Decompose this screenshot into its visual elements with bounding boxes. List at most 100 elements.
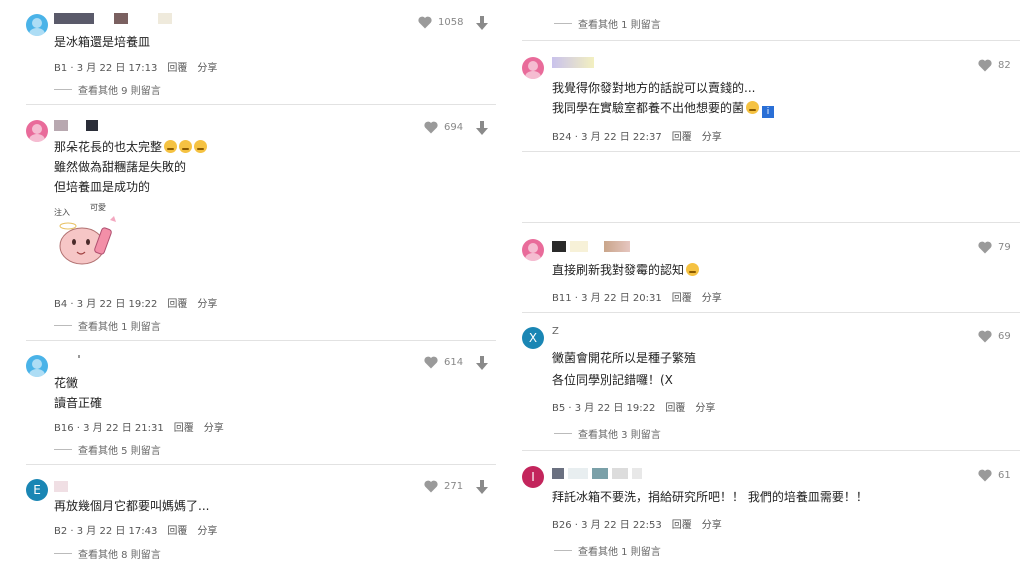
heart-icon <box>424 356 438 369</box>
reply-button[interactable]: 回覆 <box>167 526 187 537</box>
comment-floor-time: B2 · 3 月 22 日 17:43 <box>54 526 158 537</box>
comment-floor-time: B16 · 3 月 22 日 21:31 <box>54 423 164 434</box>
author-name-redacted[interactable] <box>54 13 172 24</box>
view-more-label: 查看其他 1 則留言 <box>78 322 161 333</box>
user-avatar-icon[interactable] <box>26 14 48 36</box>
author-name-redacted[interactable] <box>552 241 630 252</box>
arrow-down-icon[interactable] <box>476 121 488 135</box>
like-button[interactable]: 1058 <box>418 16 463 29</box>
arrow-down-icon[interactable] <box>476 480 488 494</box>
view-more-label: 查看其他 1 則留言 <box>578 20 661 31</box>
comment-text: 我覺得你發對地方的話說可以賣錢的... <box>552 81 756 95</box>
like-count: 614 <box>444 357 464 368</box>
divider <box>522 40 1020 41</box>
share-button[interactable]: 分享 <box>197 299 217 310</box>
like-count: 271 <box>444 481 464 492</box>
sticker-image: 注入 可愛 <box>54 202 116 265</box>
comment-meta: B2 · 3 月 22 日 17:43 回覆 分享 <box>54 522 217 537</box>
comment-text: 我同學在實驗室都養不出他想要的菌 i <box>552 99 775 118</box>
more-dash <box>54 553 72 554</box>
comment-floor-time: B1 · 3 月 22 日 17:13 <box>54 63 158 74</box>
comment-meta: B4 · 3 月 22 日 19:22 回覆 分享 <box>54 295 217 310</box>
view-more-replies[interactable]: 查看其他 1 則留言 <box>554 543 661 558</box>
comment-text: 那朵花長的也太完整 <box>54 138 208 155</box>
view-more-replies[interactable]: 查看其他 1 則留言 <box>54 318 161 333</box>
comment-text: 花黴 <box>54 376 79 390</box>
user-avatar-letter[interactable]: X <box>522 327 544 349</box>
divider <box>26 104 496 105</box>
like-button[interactable]: 82 <box>978 59 1011 72</box>
user-avatar-icon[interactable] <box>26 355 48 377</box>
like-button[interactable]: 694 <box>424 121 463 134</box>
comment-meta: B1 · 3 月 22 日 17:13 回覆 分享 <box>54 59 217 74</box>
arrow-down-icon[interactable] <box>476 356 488 370</box>
divider <box>522 222 1020 223</box>
like-button[interactable]: 69 <box>978 330 1011 343</box>
like-count: 82 <box>998 60 1011 71</box>
author-name-redacted[interactable] <box>54 481 68 492</box>
heart-icon <box>418 16 432 29</box>
more-dash <box>54 89 72 90</box>
view-more-replies[interactable]: 查看其他 1 則留言 <box>554 16 661 31</box>
view-more-replies[interactable]: 查看其他 3 則留言 <box>554 426 661 441</box>
arrow-down-icon[interactable] <box>476 16 488 30</box>
reply-button[interactable]: 回覆 <box>167 299 187 310</box>
like-button[interactable]: 61 <box>978 469 1011 482</box>
user-avatar-icon[interactable] <box>522 239 544 261</box>
divider <box>522 312 1020 313</box>
user-avatar-icon[interactable] <box>26 120 48 142</box>
laughing-emoji-icon <box>686 263 700 276</box>
comment-text: 再放幾個月它都要叫媽媽了... <box>54 499 210 513</box>
left-comment-panel: 是冰箱還是培養皿 B1 · 3 月 22 日 17:13 回覆 分享 查看其他 9 … <box>0 0 500 576</box>
share-button[interactable]: 分享 <box>702 520 722 531</box>
like-button[interactable]: 614 <box>424 356 463 369</box>
comment-meta: B24 · 3 月 22 日 22:37 回覆 分享 <box>552 128 722 143</box>
divider <box>522 450 1020 451</box>
share-button[interactable]: 分享 <box>197 526 217 537</box>
view-more-label: 查看其他 1 則留言 <box>578 547 661 558</box>
user-avatar-letter[interactable]: E <box>26 479 48 501</box>
view-more-replies[interactable]: 查看其他 9 則留言 <box>54 82 161 97</box>
comment-text: 但培養皿是成功的 <box>54 180 151 194</box>
divider <box>522 151 1020 152</box>
sticker-caption: 注入 <box>54 207 70 217</box>
comment-meta: B5 · 3 月 22 日 19:22 回覆 分享 <box>552 399 715 414</box>
reply-button[interactable]: 回覆 <box>665 403 685 414</box>
sticker-caption: 可愛 <box>90 202 106 212</box>
heart-icon <box>978 59 992 72</box>
view-more-replies[interactable]: 查看其他 8 則留言 <box>54 546 161 561</box>
share-button[interactable]: 分享 <box>702 132 722 143</box>
view-more-label: 查看其他 3 則留言 <box>578 430 661 441</box>
more-dash <box>554 23 572 24</box>
reply-button[interactable]: 回覆 <box>167 63 187 74</box>
heart-icon <box>978 469 992 482</box>
reply-button[interactable]: 回覆 <box>672 132 692 143</box>
divider <box>26 340 496 341</box>
author-name-char[interactable]: Z <box>552 326 559 337</box>
share-button[interactable]: 分享 <box>204 423 224 434</box>
comment-floor-time: B11 · 3 月 22 日 20:31 <box>552 293 662 304</box>
comment-floor-time: B26 · 3 月 22 日 22:53 <box>552 520 662 531</box>
reply-button[interactable]: 回覆 <box>672 520 692 531</box>
reply-button[interactable]: 回覆 <box>672 293 692 304</box>
heart-icon <box>978 330 992 343</box>
author-name-redacted[interactable] <box>552 468 642 479</box>
user-avatar-icon[interactable] <box>522 57 544 79</box>
author-name-redacted[interactable] <box>78 355 80 366</box>
heart-icon <box>978 241 992 254</box>
more-dash <box>54 449 72 450</box>
author-name-redacted[interactable] <box>54 120 98 131</box>
like-button[interactable]: 271 <box>424 480 463 493</box>
view-more-replies[interactable]: 查看其他 5 則留言 <box>54 442 161 457</box>
share-button[interactable]: 分享 <box>197 63 217 74</box>
reply-button[interactable]: 回覆 <box>174 423 194 434</box>
author-name-redacted[interactable] <box>552 57 594 68</box>
comment-text: 各位同學別記錯囉！(X <box>552 373 673 387</box>
heart-icon <box>424 480 438 493</box>
share-button[interactable]: 分享 <box>695 403 715 414</box>
view-more-label: 查看其他 5 則留言 <box>78 446 161 457</box>
share-button[interactable]: 分享 <box>702 293 722 304</box>
like-button[interactable]: 79 <box>978 241 1011 254</box>
smile-emoji-icon <box>746 101 760 114</box>
user-avatar-letter[interactable]: I <box>522 466 544 488</box>
